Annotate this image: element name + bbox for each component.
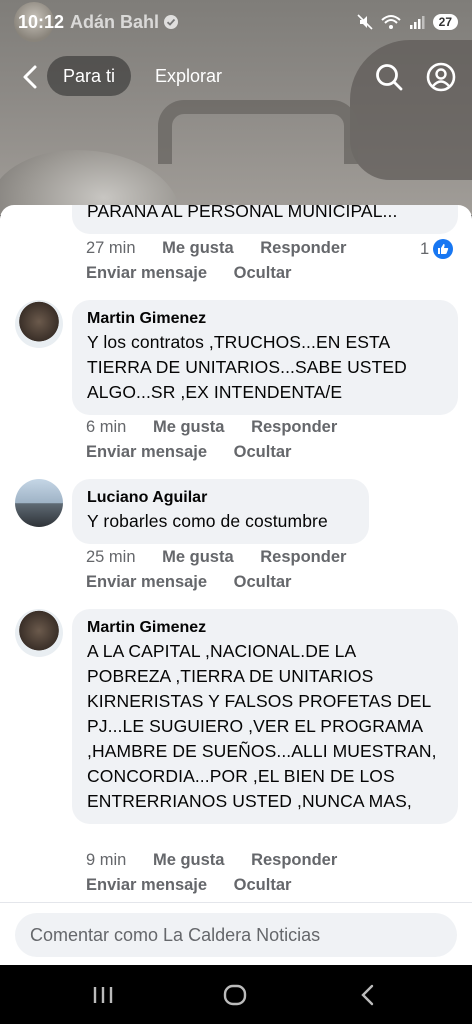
avatar[interactable]	[15, 609, 63, 657]
comment-text: Y los contratos ,TRUCHOS...EN ESTA TIERR…	[87, 332, 407, 402]
wifi-icon	[380, 15, 401, 29]
status-bar: 10:12 Adán Bahl 27	[0, 0, 472, 44]
search-icon[interactable]	[374, 62, 404, 92]
send-message-button[interactable]: Enviar mensaje	[86, 573, 207, 591]
comment-text: PARANA AL PERSONAL MUNICIPAL...	[87, 205, 398, 221]
back-arrow-icon[interactable]	[16, 62, 46, 92]
reply-button[interactable]: Responder	[251, 851, 337, 869]
hide-button[interactable]: Ocultar	[234, 573, 292, 591]
status-icons: 27	[357, 14, 458, 30]
profile-icon[interactable]	[426, 62, 456, 92]
comment-time: 9 min	[86, 851, 127, 869]
comment-time: 27 min	[86, 239, 136, 257]
avatar[interactable]	[15, 479, 63, 527]
comment-text: A LA CAPITAL ,NACIONAL.DE LA POBREZA ,TI…	[87, 641, 437, 811]
comment-composer-bar: Comentar como La Caldera Noticias	[0, 902, 472, 965]
hide-button[interactable]: Ocultar	[234, 443, 292, 461]
status-time: 10:12	[18, 11, 65, 32]
comment-input-placeholder: Comentar como La Caldera Noticias	[30, 924, 321, 945]
like-button[interactable]: Me gusta	[153, 851, 225, 869]
home-icon[interactable]	[222, 982, 248, 1008]
comment-input[interactable]: Comentar como La Caldera Noticias	[15, 913, 457, 957]
mute-icon	[357, 14, 373, 30]
like-reaction-icon	[433, 239, 454, 259]
video-nav-bar: Para ti Explorar	[0, 54, 472, 100]
comment-actions-secondary: Enviar mensaje Ocultar	[86, 443, 313, 462]
battery-indicator: 27	[432, 14, 458, 30]
send-message-button[interactable]: Enviar mensaje	[86, 876, 207, 894]
comment-actions: 27 min Me gusta Responder	[86, 239, 368, 258]
system-nav-bar	[0, 965, 472, 1024]
tab-for-you-label: Para ti	[63, 65, 116, 86]
send-message-button[interactable]: Enviar mensaje	[86, 443, 207, 461]
comment-actions: 6 min Me gusta Responder	[86, 418, 359, 437]
verified-icon	[164, 15, 179, 29]
tab-for-you[interactable]: Para ti	[47, 56, 132, 96]
comment-actions: 25 min Me gusta Responder	[86, 548, 368, 567]
send-message-button[interactable]: Enviar mensaje	[86, 264, 207, 282]
comment-bubble[interactable]: Luciano Aguilar Y robarles como de costu…	[72, 479, 369, 544]
comment-bubble[interactable]: Martin Gimenez A LA CAPITAL ,NACIONAL.DE…	[72, 609, 458, 824]
comment-bubble[interactable]: Martin Gimenez Y los contratos ,TRUCHOS.…	[72, 300, 458, 415]
system-back-icon[interactable]	[355, 982, 381, 1008]
comment-author[interactable]: Martin Gimenez	[87, 308, 443, 330]
comment-author[interactable]: Luciano Aguilar	[87, 487, 354, 509]
tab-explore[interactable]: Explorar	[155, 66, 222, 87]
comment-time: 25 min	[86, 548, 136, 566]
reaction-count[interactable]: 1	[420, 239, 454, 259]
comment-actions-secondary: Enviar mensaje Ocultar	[86, 264, 313, 283]
like-button[interactable]: Me gusta	[153, 418, 225, 436]
like-button[interactable]: Me gusta	[162, 239, 234, 257]
car-grab-handle	[158, 100, 358, 164]
comment-author[interactable]: Martin Gimenez	[87, 617, 443, 639]
reply-button[interactable]: Responder	[260, 239, 346, 257]
signal-icon	[409, 16, 425, 29]
hide-button[interactable]: Ocultar	[234, 264, 292, 282]
comment-actions: 9 min Me gusta Responder	[86, 851, 359, 870]
reaction-count-number: 1	[420, 239, 430, 258]
avatar[interactable]	[15, 300, 63, 348]
comment-time: 6 min	[86, 418, 127, 436]
hide-button[interactable]: Ocultar	[234, 876, 292, 894]
comment-actions-secondary: Enviar mensaje Ocultar	[86, 573, 313, 592]
recent-apps-icon[interactable]	[90, 982, 116, 1008]
status-page-name: Adán Bahl	[70, 11, 160, 32]
comment-text: Y robarles como de costumbre	[87, 511, 328, 531]
reply-button[interactable]: Responder	[251, 418, 337, 436]
comment-actions-secondary: Enviar mensaje Ocultar	[86, 876, 313, 895]
like-button[interactable]: Me gusta	[162, 548, 234, 566]
comment-bubble[interactable]: PARANA AL PERSONAL MUNICIPAL...	[72, 205, 458, 234]
reply-button[interactable]: Responder	[260, 548, 346, 566]
comments-sheet: PARANA AL PERSONAL MUNICIPAL... 27 min M…	[0, 205, 472, 965]
